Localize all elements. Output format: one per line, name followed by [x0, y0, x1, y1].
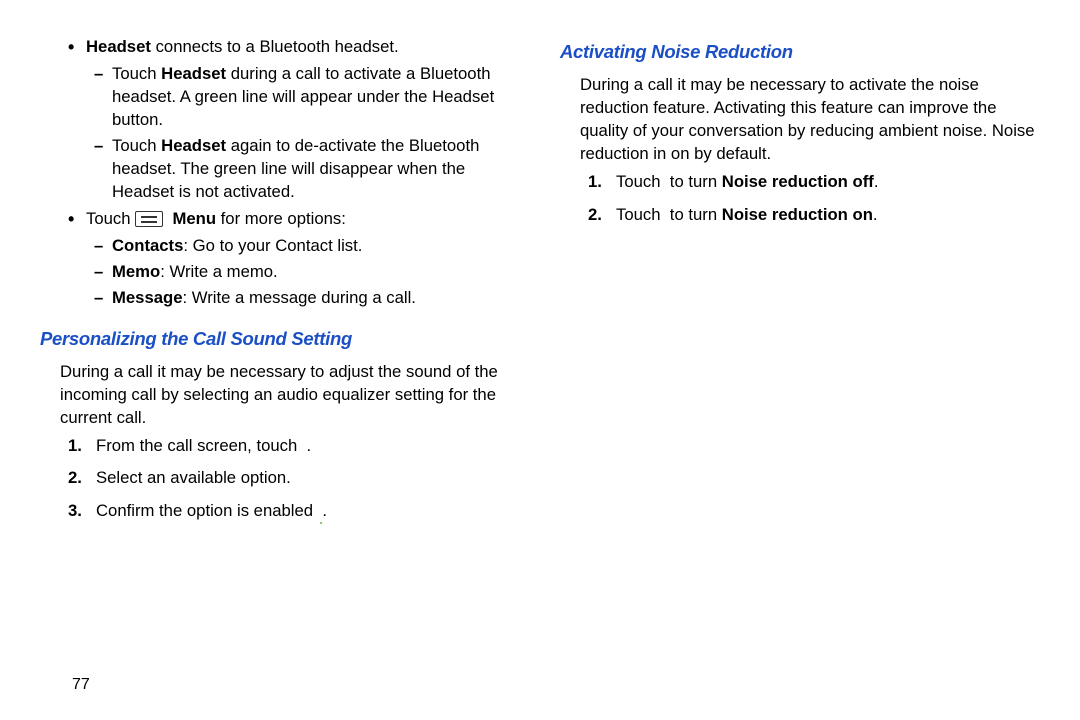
text: From the call screen, touch: [96, 436, 302, 455]
text: for more options:: [216, 209, 346, 228]
steps-personalizing: From the call screen, touch . Select an …: [68, 433, 520, 525]
steps-noise-reduction: Touch to turn Noise reduction off. Touch…: [588, 169, 1040, 228]
noise-step-2: Touch to turn Noise reduction on.: [588, 202, 1040, 229]
noise-step-1: Touch to turn Noise reduction off.: [588, 169, 1040, 196]
menu-item-1: Memo: Write a memo.: [86, 260, 520, 283]
section-para-noise-reduction: During a call it may be necessary to act…: [580, 73, 1040, 165]
text: : Go to your Contact list.: [183, 236, 362, 255]
headset-sub-1: Touch Headset again to de-activate the B…: [86, 134, 520, 203]
bullet-menu: Touch Menu for more options: Contacts: G…: [68, 207, 520, 309]
text-bold: Headset: [161, 64, 226, 83]
section-heading-personalizing: Personalizing the Call Sound Setting: [40, 328, 520, 350]
text: Touch: [86, 209, 135, 228]
text: .: [874, 172, 879, 191]
right-column: Activating Noise Reduction During a call…: [540, 35, 1040, 695]
text: Touch: [112, 136, 161, 155]
text: Touch: [112, 64, 161, 83]
text-bold: Headset: [161, 136, 226, 155]
step-1: From the call screen, touch .: [68, 433, 520, 460]
menu-item-0: Contacts: Go to your Contact list.: [86, 234, 520, 257]
text-bold: Menu: [172, 209, 216, 228]
menu-icon: [135, 211, 163, 227]
text: to turn: [665, 172, 722, 191]
text: .: [318, 501, 327, 520]
text: : Write a memo.: [160, 262, 277, 281]
text: Confirm the option is enabled: [96, 501, 318, 520]
bullet-headset-label: Headset: [86, 37, 151, 56]
section-para-personalizing: During a call it may be necessary to adj…: [60, 360, 520, 429]
step-3: Confirm the option is enabled .: [68, 498, 520, 525]
bullet-headset: Headset connects to a Bluetooth headset.…: [68, 35, 520, 203]
bullet-headset-desc: connects to a Bluetooth headset.: [151, 37, 399, 56]
headset-sub-0: Touch Headset during a call to activate …: [86, 62, 520, 131]
text: : Write a message during a call.: [183, 288, 416, 307]
text-bold: Noise reduction on: [722, 205, 873, 224]
text-bold: Contacts: [112, 236, 183, 255]
text: .: [873, 205, 878, 224]
text: Select an available option.: [96, 468, 291, 487]
headset-sublist: Touch Headset during a call to activate …: [86, 62, 520, 203]
step-2: Select an available option.: [68, 465, 520, 492]
menu-sublist: Contacts: Go to your Contact list. Memo:…: [86, 234, 520, 309]
left-column: Headset connects to a Bluetooth headset.…: [40, 35, 540, 695]
section-heading-noise-reduction: Activating Noise Reduction: [560, 41, 1040, 63]
text: Touch: [616, 172, 665, 191]
text: to turn: [665, 205, 722, 224]
text-bold: Memo: [112, 262, 160, 281]
menu-item-2: Message: Write a message during a call.: [86, 286, 520, 309]
text-bold: Noise reduction off: [722, 172, 874, 191]
text-bold: Message: [112, 288, 183, 307]
text: Touch: [616, 205, 665, 224]
bullet-list-features: Headset connects to a Bluetooth headset.…: [68, 35, 520, 310]
page-number: 77: [72, 676, 90, 694]
text: .: [302, 436, 311, 455]
